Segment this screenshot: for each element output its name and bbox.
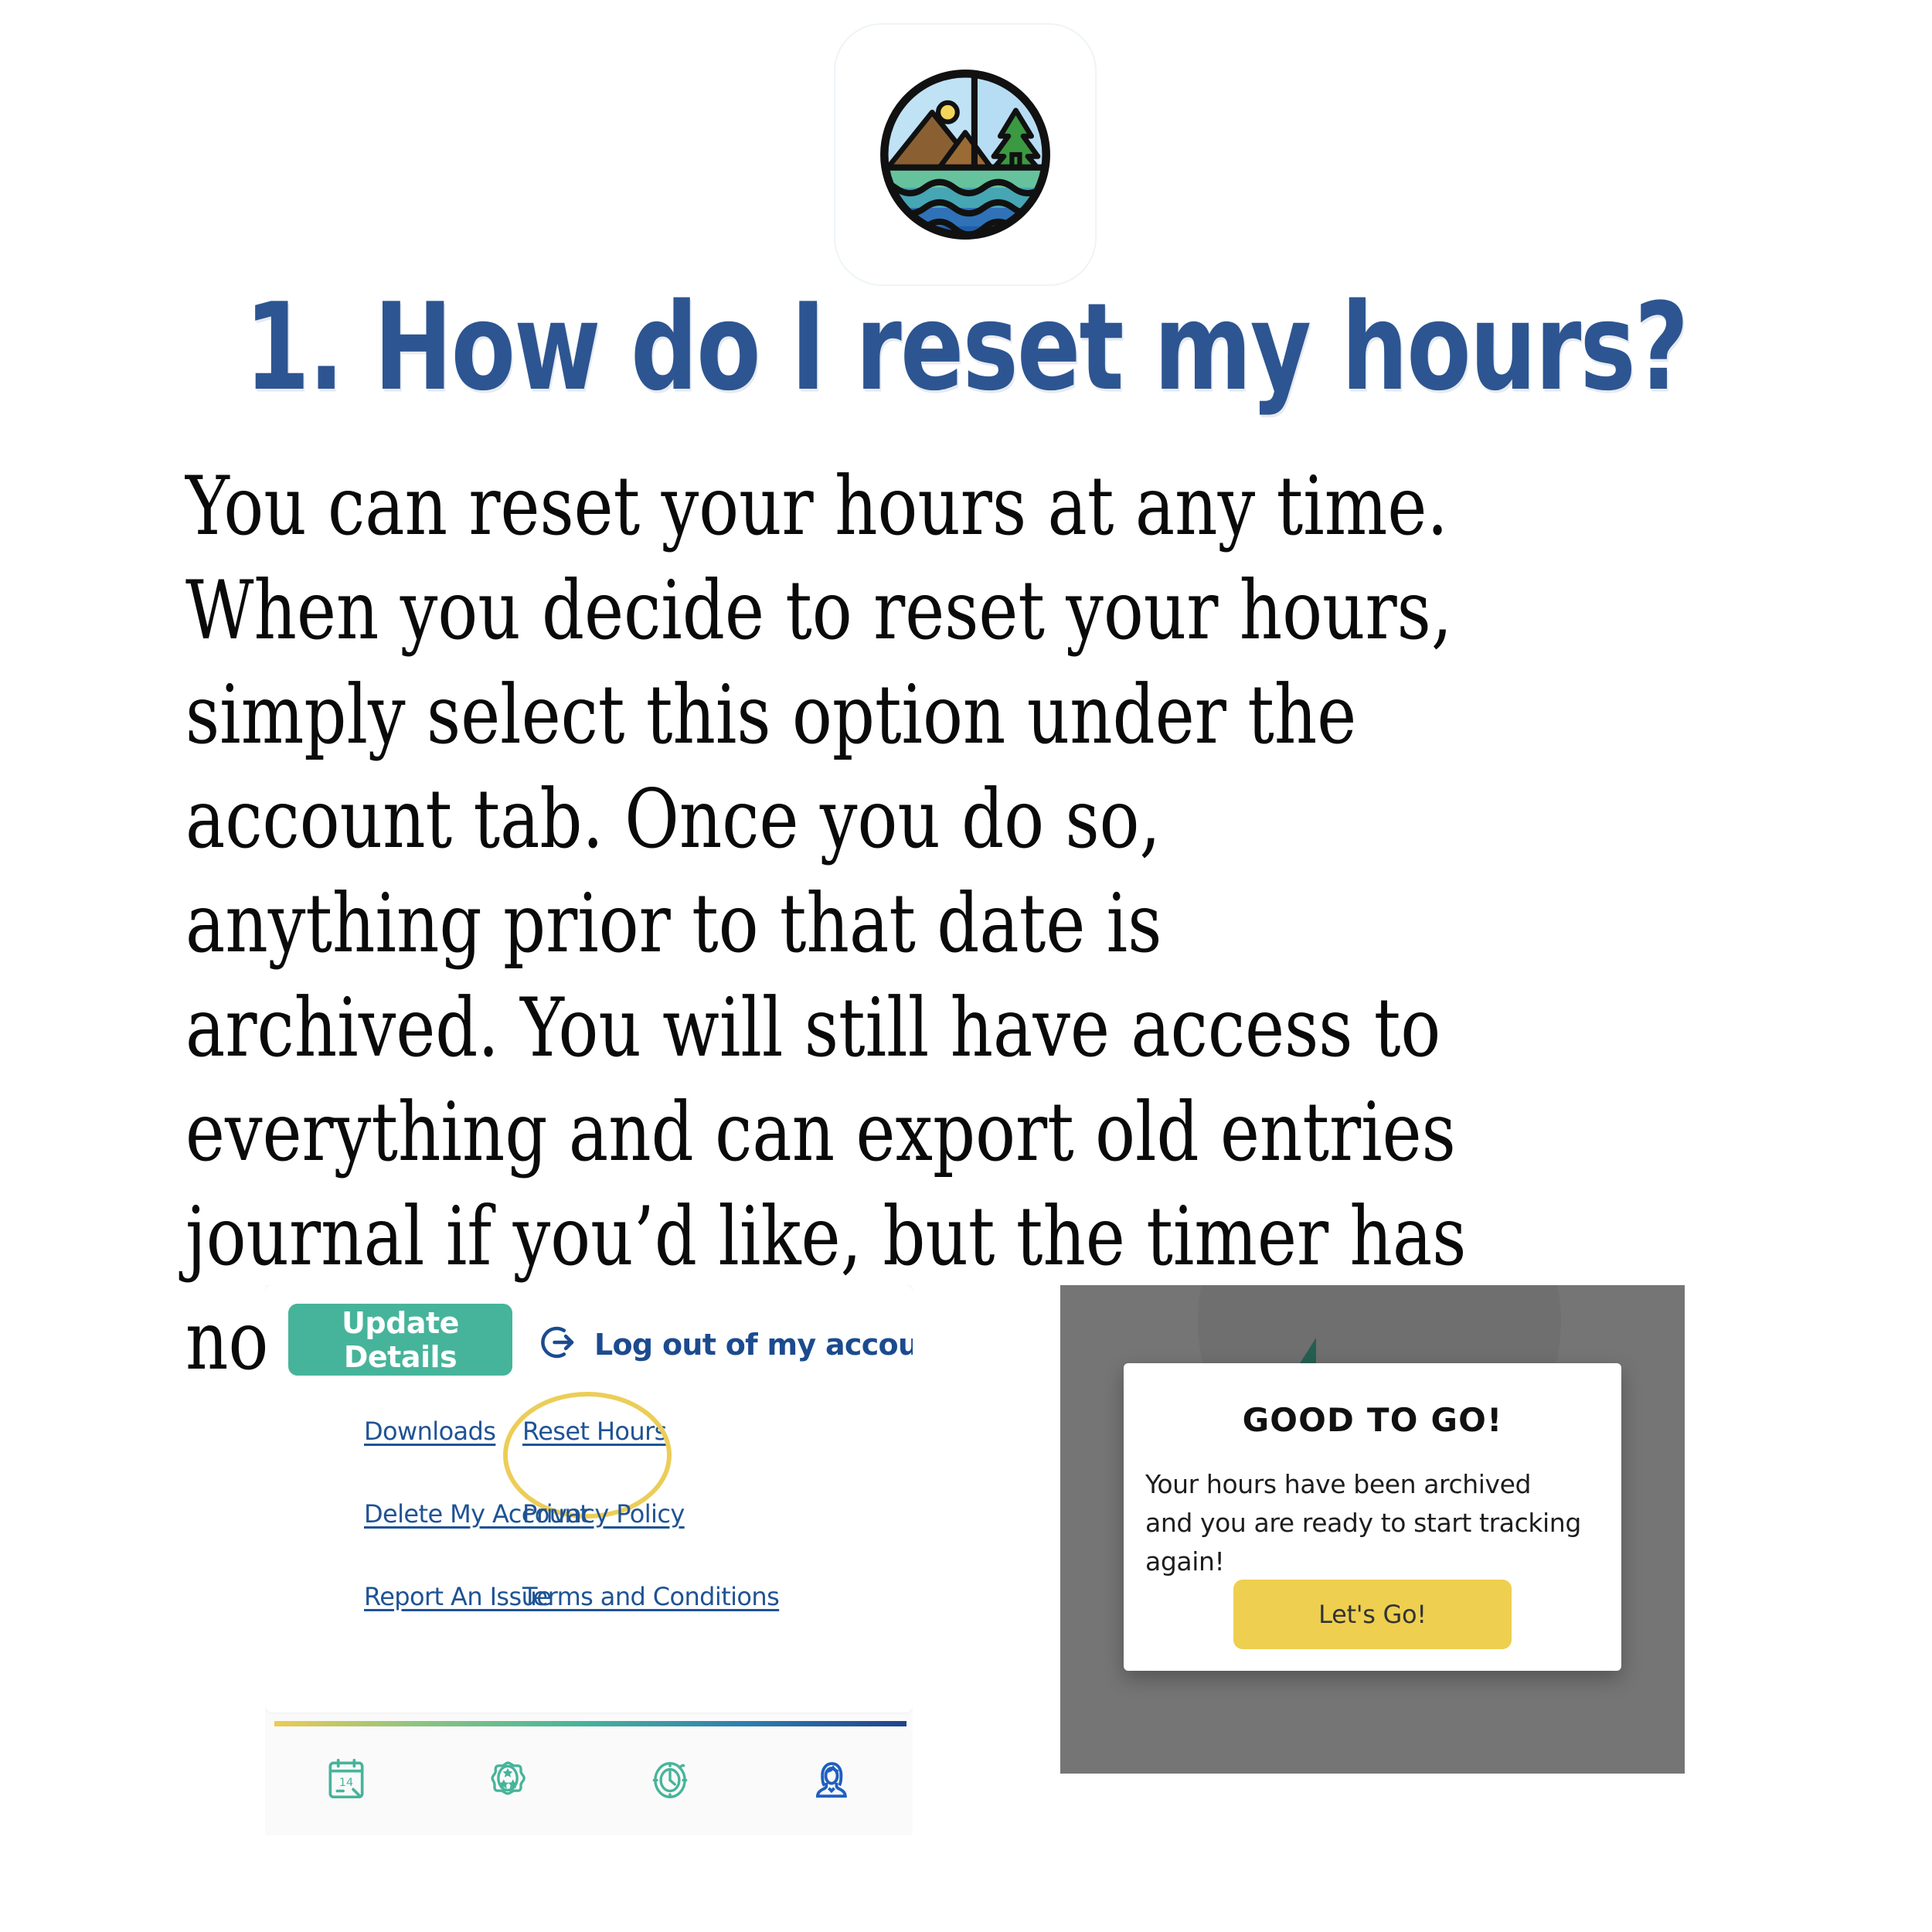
confirmation-modal-screenshot: GOOD TO GO! Your hours have been archive… <box>1060 1285 1685 1774</box>
award-badge-icon <box>484 1755 532 1807</box>
body-paragraph: You can reset your hours at any time. Wh… <box>185 459 1467 1388</box>
link-privacy-policy[interactable]: Privacy Policy <box>522 1499 685 1529</box>
link-reset-hours[interactable]: Reset Hours <box>522 1417 667 1446</box>
tab-timer[interactable] <box>646 1755 694 1807</box>
faq-slide: 1. How do I reset my hours? You can rese… <box>0 0 1932 1932</box>
update-details-button[interactable]: Update Details <box>288 1304 512 1376</box>
link-row: Report An Issue Terms and Conditions <box>265 1582 913 1665</box>
profile-avatar-icon <box>808 1755 855 1807</box>
gradient-divider <box>274 1721 906 1726</box>
account-card: Update Details Log out of my account Dow… <box>265 1285 913 1713</box>
logout-row[interactable]: Log out of my account <box>537 1321 913 1367</box>
link-row: Delete My Account Privacy Policy <box>265 1499 913 1582</box>
nature-scene-logo-icon <box>873 63 1057 247</box>
app-logo <box>834 23 1097 286</box>
tab-awards[interactable] <box>484 1755 532 1807</box>
calendar-icon: 14 <box>322 1755 370 1807</box>
logout-icon <box>537 1321 579 1367</box>
logout-label: Log out of my account <box>594 1327 913 1362</box>
tab-profile[interactable] <box>808 1755 855 1807</box>
link-downloads[interactable]: Downloads <box>364 1417 496 1446</box>
modal-message: Your hours have been archived and you ar… <box>1145 1469 1581 1577</box>
modal-title: GOOD TO GO! <box>1242 1401 1503 1439</box>
tab-calendar[interactable]: 14 <box>322 1755 370 1807</box>
good-to-go-modal: GOOD TO GO! Your hours have been archive… <box>1124 1363 1621 1671</box>
account-links-grid: Downloads Reset Hours Delete My Account … <box>265 1392 913 1665</box>
link-row: Downloads Reset Hours <box>265 1392 913 1519</box>
page-title: 1. How do I reset my hours? <box>244 277 1689 418</box>
svg-text:14: 14 <box>339 1777 353 1789</box>
bottom-tab-bar: 14 <box>265 1726 913 1835</box>
account-screen-screenshot: Update Details Log out of my account Dow… <box>265 1285 913 1835</box>
lets-go-button[interactable]: Let's Go! <box>1233 1580 1512 1649</box>
stopwatch-icon <box>646 1755 694 1807</box>
link-terms-and-conditions[interactable]: Terms and Conditions <box>522 1582 780 1611</box>
